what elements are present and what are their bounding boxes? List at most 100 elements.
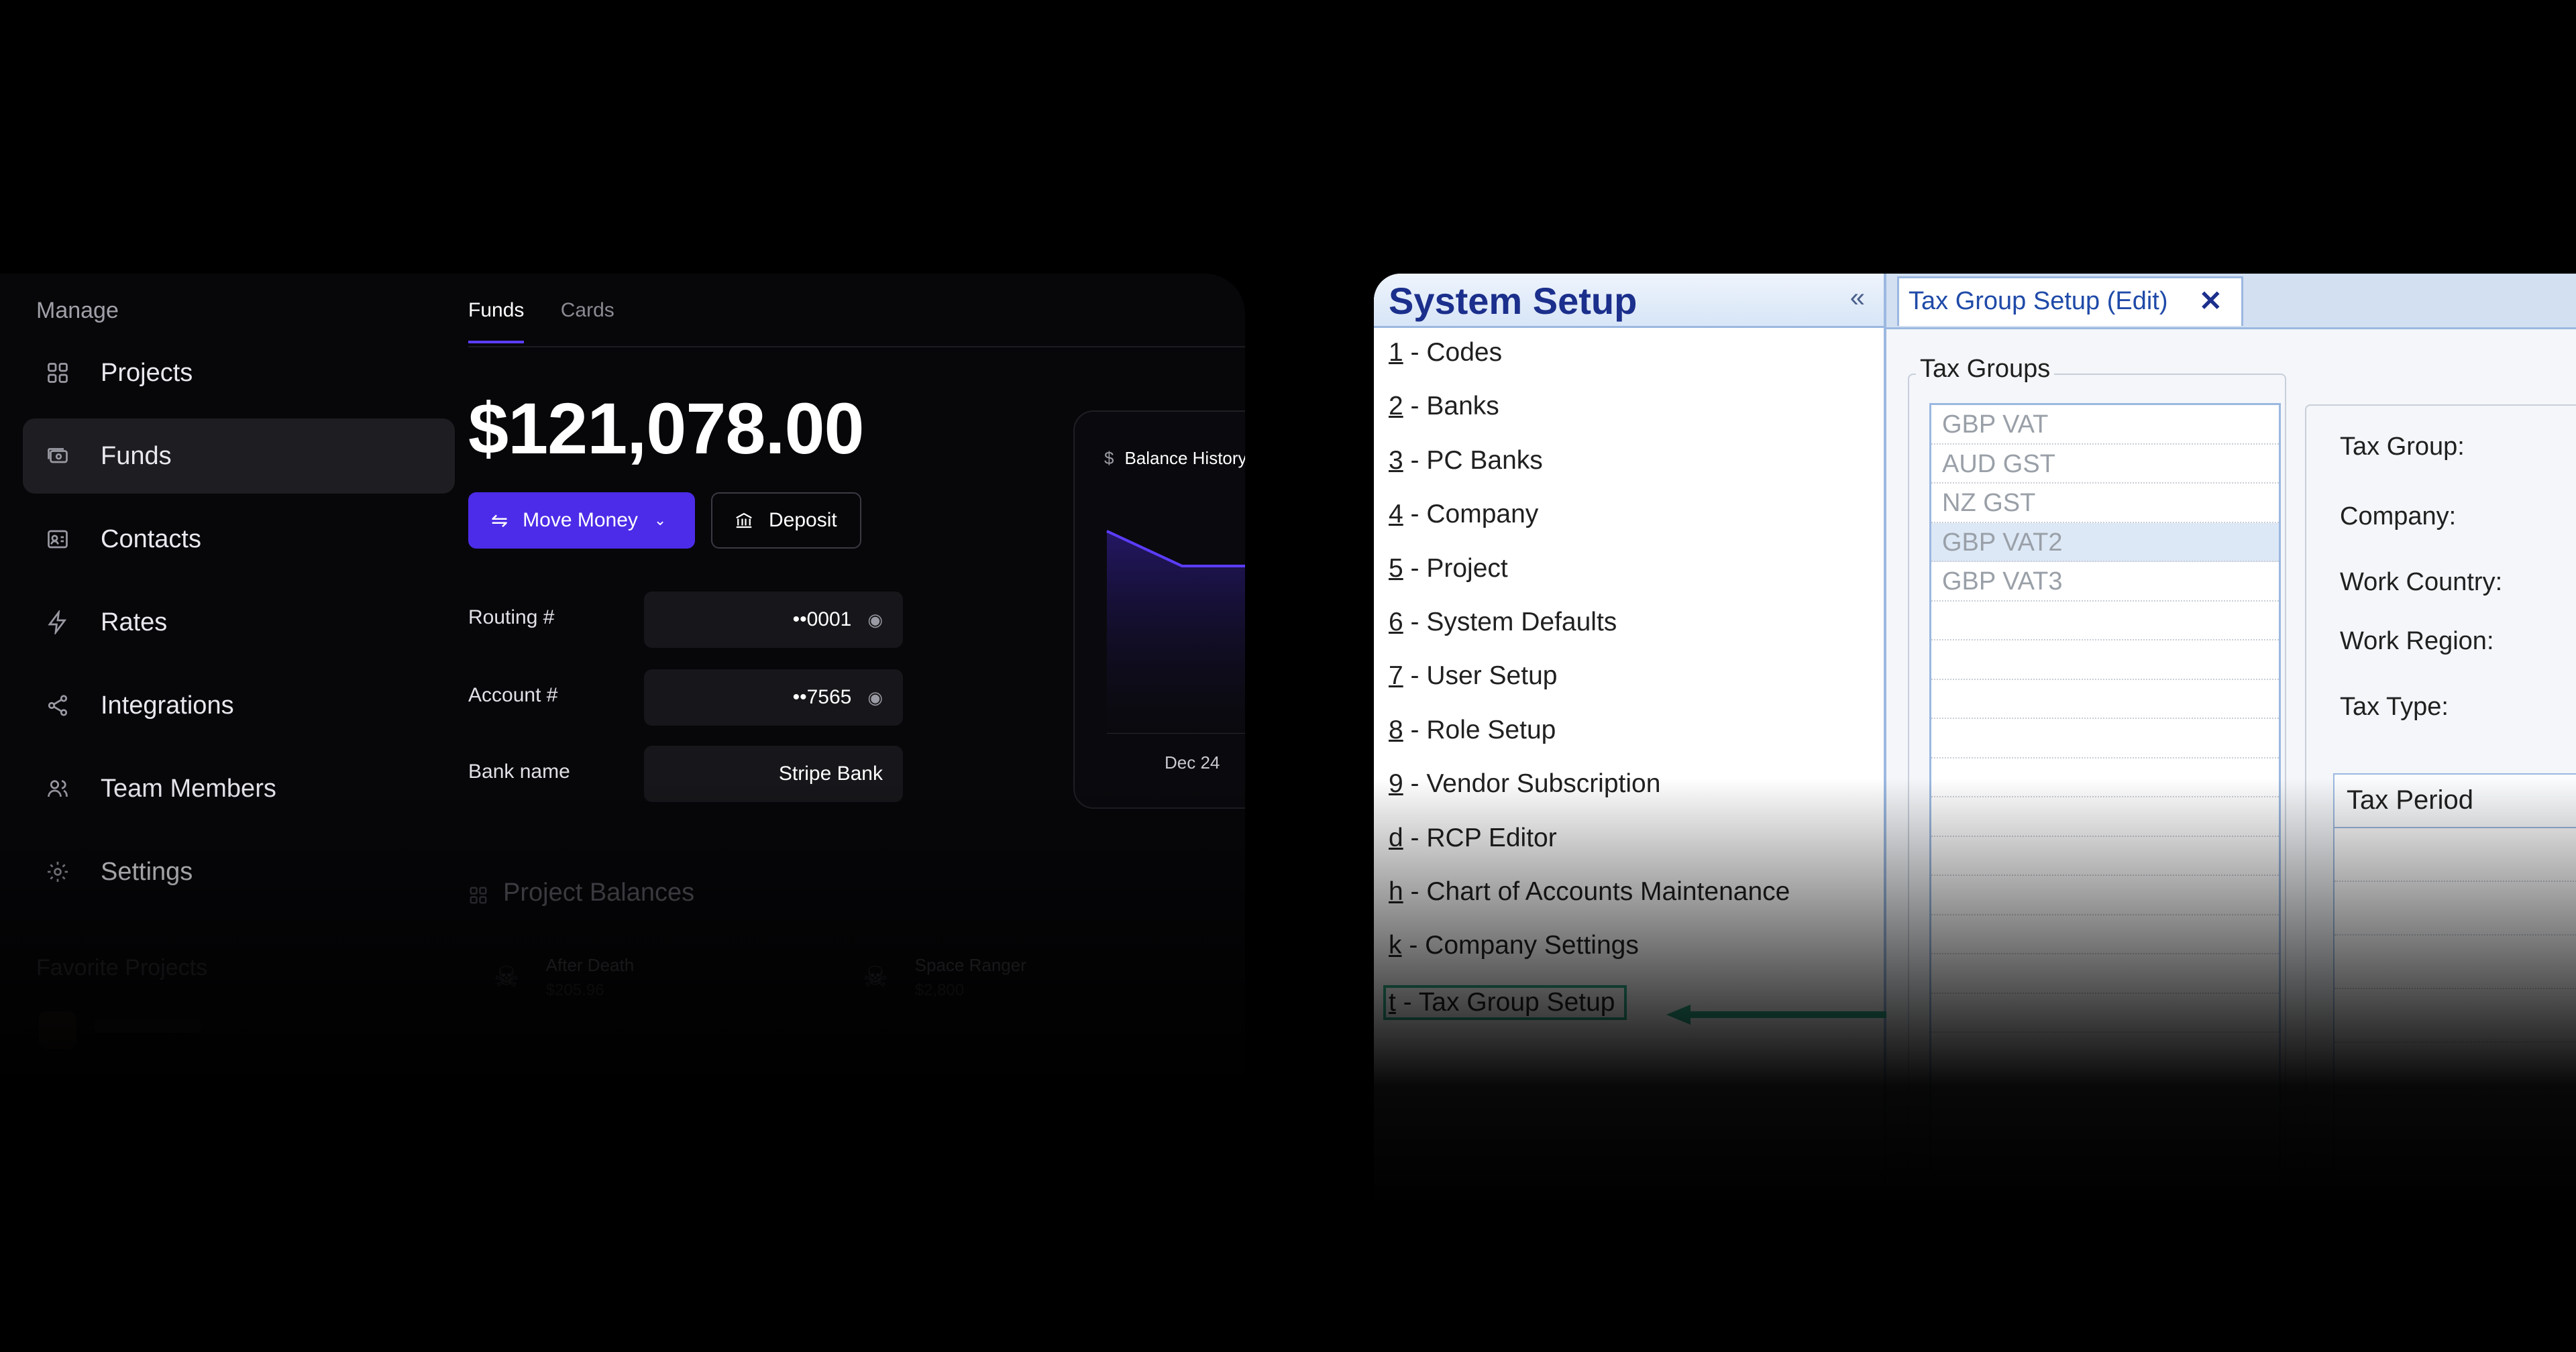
move-money-button[interactable]: ⇋ Move Money ⌄ [468,492,695,549]
account-label: Account # [468,684,558,706]
menu-item-role-setup[interactable]: 8 - Role Setup [1389,716,1790,769]
table-row[interactable] [2334,1096,2576,1150]
sidebar-item-rates[interactable]: Rates [23,585,455,660]
sidebar-item-label: Team Members [101,774,276,803]
list-item-empty[interactable] [1931,640,2279,680]
system-setup-title: System Setup [1389,280,1638,322]
bank-name-label: Bank name [468,760,570,783]
tax-groups-label: Tax Groups [1916,355,2055,384]
list-item[interactable]: AUD GST [1931,445,2279,484]
menu-label: - Role Setup [1403,715,1556,744]
work-region-label: Work Region: [2340,627,2494,655]
list-item-empty[interactable] [1931,954,2279,994]
table-row[interactable] [2334,882,2576,936]
eye-icon[interactable]: ◉ [867,610,883,630]
menu-label: - Project [1403,553,1508,583]
chart-title-text: Balance History [1124,448,1245,468]
project-amount: $205.96 [545,981,604,999]
tab-cards[interactable]: Cards [561,299,614,341]
dark-app-window: Manage Projects Funds Contacts Rates Int… [0,274,1245,1078]
tax-group-label: Tax Group: [2340,433,2465,461]
menu-item-project[interactable]: 5 - Project [1389,554,1790,608]
menu-key: h [1389,877,1403,906]
skull-icon: ☠ [494,961,519,993]
favorite-project-name[interactable] [94,1019,201,1033]
menu-item-system-defaults[interactable]: 6 - System Defaults [1389,608,1790,661]
menu-key: 9 [1389,769,1403,799]
table-row[interactable] [2334,1150,2576,1204]
menu-label: - Chart of Accounts Maintenance [1403,877,1790,906]
menu-label: - Company [1403,500,1539,529]
project-name: Space Ranger [914,955,1026,975]
list-item-empty[interactable] [1931,719,2279,758]
sidebar-item-contacts[interactable]: Contacts [23,502,455,577]
list-item-empty[interactable] [1931,915,2279,954]
table-row[interactable] [2334,828,2576,882]
list-item-empty[interactable] [1931,876,2279,915]
balance-history-chart [1106,530,1245,734]
gear-icon [44,858,71,885]
tab-tax-group-setup[interactable]: Tax Group Setup (Edit) ✕ [1897,276,2243,326]
eye-icon[interactable]: ◉ [867,687,883,708]
grid-icon [468,883,488,903]
tax-period-header[interactable]: Tax Period [2334,775,2576,828]
sidebar-nav: Projects Funds Contacts Rates Integratio… [23,335,455,917]
project-balance-item[interactable]: ☠ After Death $205.96 [494,955,634,1000]
list-item-empty[interactable] [1931,994,2279,1033]
account-number-field[interactable]: ••7565 ◉ [644,669,903,726]
list-item-empty[interactable] [1931,602,2279,640]
menu-label: - PC Banks [1403,445,1543,475]
menu-item-company-settings[interactable]: k - Company Settings [1389,931,1790,984]
system-setup-panel: System Setup « 1 - Codes 2 - Banks 3 - P… [1374,274,1888,1352]
project-balances-title: Project Balances [468,879,694,907]
table-row[interactable] [2334,989,2576,1043]
sidebar-item-funds[interactable]: Funds [23,418,455,494]
tax-groups-list[interactable]: GBP VAT AUD GST NZ GST GBP VAT2 GBP VAT3 [1929,403,2281,1212]
sidebar-item-settings[interactable]: Settings [23,834,455,909]
list-item[interactable]: GBP VAT3 [1931,562,2279,602]
menu-label: - Company Settings [1401,931,1639,960]
menu-item-company[interactable]: 4 - Company [1389,500,1790,553]
sidebar-item-projects[interactable]: Projects [23,335,455,410]
tax-period-grid[interactable]: Tax Period [2333,773,2576,1352]
account-number-value: ••7565 [792,686,852,708]
menu-key: 8 [1389,715,1403,744]
menu-item-vendor-subscription[interactable]: 9 - Vendor Subscription [1389,769,1790,823]
sidebar-item-label: Projects [101,358,193,387]
sidebar-item-label: Rates [101,608,168,636]
menu-item-pc-banks[interactable]: 3 - PC Banks [1389,446,1790,500]
menu-item-codes[interactable]: 1 - Codes [1389,338,1790,392]
tab-funds[interactable]: Funds [468,299,525,343]
list-item-empty[interactable] [1931,758,2279,797]
table-row[interactable] [2334,936,2576,989]
list-item-selected[interactable]: GBP VAT2 [1931,522,2279,562]
chart-date-label: Dec 24 [1165,752,1220,773]
tax-type-label: Tax Type: [2340,693,2449,721]
project-amount: $2,800 [914,981,965,999]
sidebar-item-integrations[interactable]: Integrations [23,668,455,743]
deposit-button[interactable]: Deposit [711,492,861,549]
list-item-empty[interactable] [1931,837,2279,876]
balance-history-card[interactable]: $ Balance History Dec 24 [1073,410,1245,809]
list-item-empty[interactable] [1931,680,2279,719]
menu-item-banks[interactable]: 2 - Banks [1389,392,1790,445]
menu-key: d [1389,823,1403,852]
routing-number-value: ••0001 [792,608,852,630]
menu-label: - RCP Editor [1403,823,1557,852]
list-item[interactable]: GBP VAT [1931,405,2279,445]
chevron-down-icon: ⌄ [653,512,667,528]
double-chevron-left-icon[interactable]: « [1850,283,1865,313]
project-balance-item[interactable]: ☠ Space Ranger $2,800 [863,955,1026,1000]
table-row[interactable] [2334,1043,2576,1096]
list-item-empty[interactable] [1931,797,2279,837]
favorite-project-avatar[interactable] [39,1011,76,1049]
menu-item-chart-of-accounts[interactable]: h - Chart of Accounts Maintenance [1389,877,1790,931]
close-icon[interactable]: ✕ [2199,278,2222,324]
sidebar-item-team-members[interactable]: Team Members [23,751,455,826]
project-balances-label: Project Balances [503,879,695,907]
menu-key: 5 [1389,553,1403,583]
menu-item-rcp-editor[interactable]: d - RCP Editor [1389,824,1790,877]
list-item[interactable]: NZ GST [1931,484,2279,523]
menu-item-user-setup[interactable]: 7 - User Setup [1389,661,1790,715]
routing-number-field[interactable]: ••0001 ◉ [644,592,903,648]
